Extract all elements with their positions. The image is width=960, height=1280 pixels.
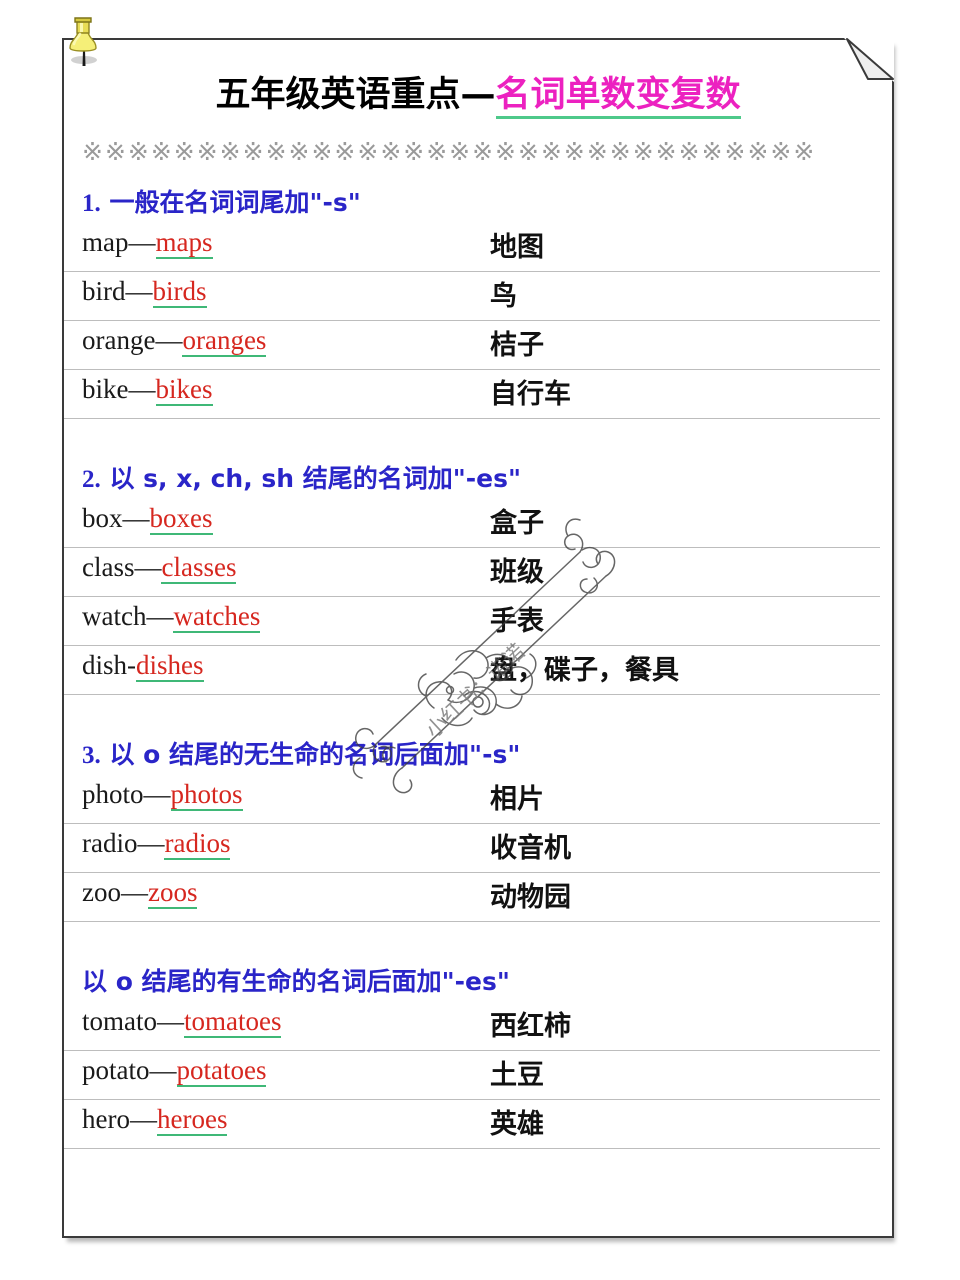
section-heading-number: 3. — [82, 742, 101, 769]
word-singular: watch— — [82, 601, 174, 631]
page-title-accent: 名词单数变复数 — [495, 75, 741, 119]
word-pair: dish-dishes — [82, 650, 204, 682]
word-plural: potatoes — [176, 1055, 267, 1087]
word-pair: map—maps — [82, 227, 213, 259]
word-pair: bike—bikes — [82, 374, 213, 406]
section-heading-2: 2. 以 s, x, ch, sh 结尾的名词加"-es" — [82, 459, 892, 495]
word-translation: 动物园 — [490, 882, 571, 913]
word-row: tomato—tomatoes 西红柿 — [64, 1002, 880, 1051]
section-heading-text: 以 o 结尾的无生命的名词后面加"-s" — [109, 740, 521, 769]
word-pair: orange—oranges — [82, 325, 267, 357]
word-translation: 西红柿 — [490, 1011, 571, 1042]
word-plural: boxes — [149, 503, 213, 535]
word-pair: class—classes — [82, 552, 237, 584]
word-singular: dish- — [82, 650, 136, 680]
word-row: dish-dishes 盘，碟子，餐具 — [64, 646, 880, 695]
section-heading-number: 2. — [82, 466, 101, 493]
section-heading-text: 以 o 结尾的有生命的名词后面加"-es" — [82, 967, 510, 996]
word-list: map—maps 地图 bird—birds 鸟 orange—oranges 桔子 bi… — [64, 223, 892, 419]
word-row: bird—birds 鸟 — [64, 272, 880, 321]
word-plural: oranges — [182, 325, 267, 357]
word-translation: 盘，碟子，餐具 — [490, 655, 679, 686]
word-plural: maps — [155, 227, 213, 259]
word-row: photo—photos 相片 — [64, 775, 880, 824]
word-pair: watch—watches — [82, 601, 261, 633]
word-singular: map— — [82, 227, 156, 257]
word-singular: zoo— — [82, 877, 148, 907]
word-translation: 相片 — [490, 784, 544, 815]
word-pair: box—boxes — [82, 503, 213, 535]
word-row: watch—watches 手表 — [64, 597, 880, 646]
word-plural: birds — [152, 276, 207, 308]
word-row: radio—radios 收音机 — [64, 824, 880, 873]
word-plural: dishes — [136, 650, 204, 682]
word-pair: radio—radios — [82, 828, 231, 860]
word-singular: box— — [82, 503, 150, 533]
word-singular: potato— — [82, 1055, 177, 1085]
word-singular: hero— — [82, 1104, 157, 1134]
word-list: tomato—tomatoes 西红柿 potato—potatoes 土豆 hero—… — [64, 1002, 892, 1149]
word-translation: 地图 — [490, 232, 544, 263]
section-heading-text: 一般在名词词尾加"-s" — [109, 188, 361, 217]
word-row: potato—potatoes 土豆 — [64, 1051, 880, 1100]
section-heading-1: 1. 一般在名词词尾加"-s" — [82, 183, 892, 219]
word-row: hero—heroes 英雄 — [64, 1100, 880, 1149]
worksheet-content: 五年级英语重点—名词单数变复数 ※※※※※※※※※※※※※※※※※※※※※※※※… — [64, 40, 892, 1236]
worksheet-page: 五年级英语重点—名词单数变复数 ※※※※※※※※※※※※※※※※※※※※※※※※… — [62, 38, 894, 1238]
word-row: orange—oranges 桔子 — [64, 321, 880, 370]
page-title-main: 五年级英语重点— — [215, 75, 496, 115]
word-row: bike—bikes 自行车 — [64, 370, 880, 419]
section-heading-3: 3. 以 o 结尾的无生命的名词后面加"-s" — [82, 735, 892, 771]
word-pair: potato—potatoes — [82, 1055, 267, 1087]
word-singular: class— — [82, 552, 162, 582]
word-pair: zoo—zoos — [82, 877, 198, 909]
word-translation: 手表 — [490, 606, 544, 637]
word-singular: tomato— — [82, 1006, 184, 1036]
word-translation: 鸟 — [490, 281, 517, 312]
section-heading-number: 1. — [82, 190, 101, 217]
word-list: box—boxes 盒子 class—classes 班级 watch—watches 手… — [64, 499, 892, 695]
word-translation: 桔子 — [490, 330, 544, 361]
word-plural: photos — [170, 779, 243, 811]
word-plural: watches — [173, 601, 261, 633]
word-pair: photo—photos — [82, 779, 243, 811]
word-singular: orange— — [82, 325, 183, 355]
word-singular: radio— — [82, 828, 165, 858]
page-title: 五年级英语重点—名词单数变复数 — [64, 66, 892, 119]
word-singular: photo— — [82, 779, 171, 809]
word-singular: bird— — [82, 276, 153, 306]
decorative-separator: ※※※※※※※※※※※※※※※※※※※※※※※※※※※※※※※※ — [82, 139, 817, 166]
section-heading-text: 以 s, x, ch, sh 结尾的名词加"-es" — [109, 464, 522, 493]
word-pair: bird—birds — [82, 276, 207, 308]
sections-list: 1. 一般在名词词尾加"-s" map—maps 地图 bird—birds 鸟 ora… — [64, 183, 892, 1149]
word-plural: tomatoes — [184, 1006, 282, 1038]
word-row: box—boxes 盒子 — [64, 499, 880, 548]
pushpin-icon — [69, 17, 97, 66]
word-translation: 盒子 — [490, 508, 544, 539]
word-singular: bike— — [82, 374, 156, 404]
word-plural: radios — [164, 828, 231, 860]
word-pair: hero—heroes — [82, 1104, 228, 1136]
word-row: zoo—zoos 动物园 — [64, 873, 880, 922]
word-plural: classes — [161, 552, 237, 584]
word-plural: zoos — [147, 877, 198, 909]
word-translation: 英雄 — [490, 1109, 544, 1140]
word-pair: tomato—tomatoes — [82, 1006, 282, 1038]
word-plural: heroes — [156, 1104, 228, 1136]
word-list: photo—photos 相片 radio—radios 收音机 zoo—zoos 动物园 — [64, 775, 892, 922]
word-translation: 收音机 — [490, 833, 571, 864]
word-translation: 自行车 — [490, 379, 571, 410]
word-translation: 班级 — [490, 557, 544, 588]
word-row: map—maps 地图 — [64, 223, 880, 272]
word-plural: bikes — [155, 374, 213, 406]
word-translation: 土豆 — [490, 1060, 544, 1091]
section-heading-4: 以 o 结尾的有生命的名词后面加"-es" — [82, 962, 892, 998]
word-row: class—classes 班级 — [64, 548, 880, 597]
